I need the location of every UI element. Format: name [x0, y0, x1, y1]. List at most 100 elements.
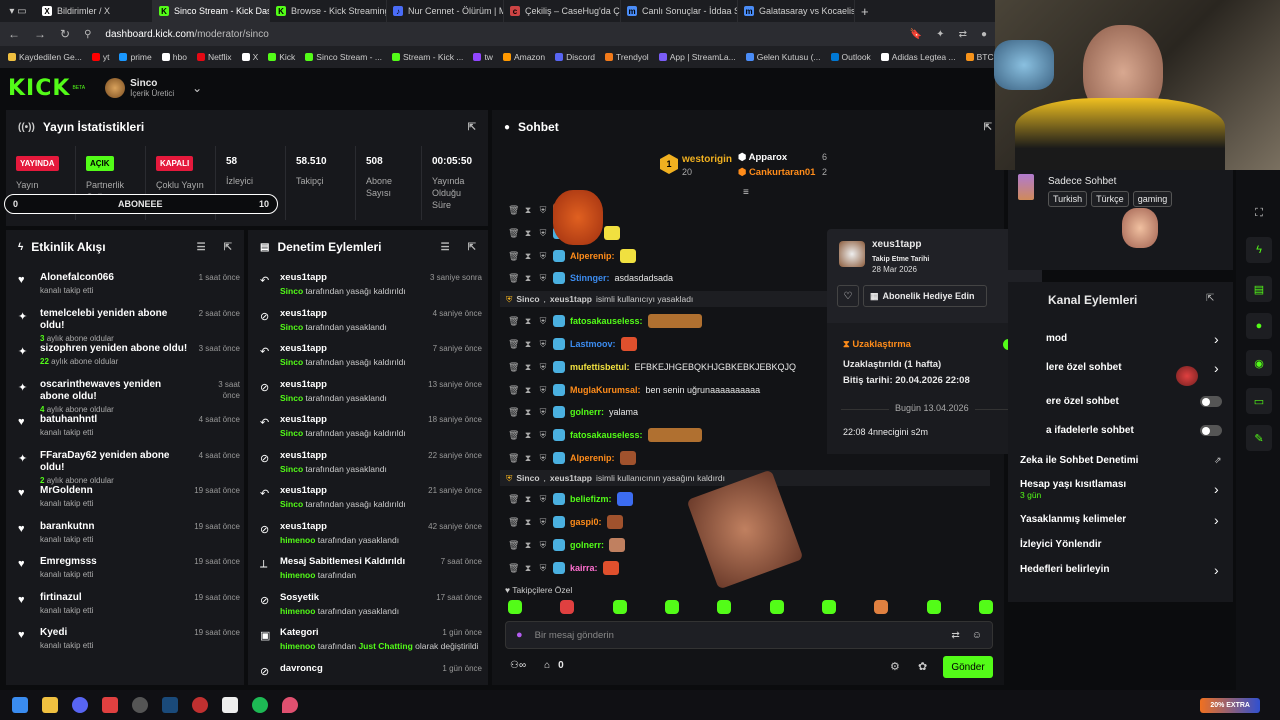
chat-icon[interactable]: ● — [1246, 313, 1272, 339]
emote-icon[interactable] — [874, 600, 889, 614]
ban-icon[interactable]: ⛨ — [538, 517, 548, 528]
bookmark-item[interactable]: X — [241, 52, 258, 62]
chat-input-box[interactable]: ● Bir mesaj gönderin ⇄ ☺ — [505, 621, 993, 649]
activity-name[interactable]: Emregmsss — [40, 552, 190, 568]
popout-icon[interactable]: ⇱ — [224, 242, 232, 253]
popout-icon[interactable]: ⇱ — [984, 122, 992, 133]
bookmark-item[interactable]: Outlook — [830, 52, 871, 62]
windows-start-icon[interactable] — [12, 697, 28, 713]
trash-icon[interactable]: 🗑 — [508, 339, 519, 350]
extension-icon[interactable]: ✦ — [936, 29, 944, 40]
trash-icon[interactable]: 🗑 — [508, 316, 519, 327]
moderator-name[interactable]: Sinco — [280, 322, 303, 332]
emote-icon[interactable] — [612, 600, 627, 614]
chat-username[interactable]: mufettisbetul: — [570, 362, 630, 372]
site-settings-icon[interactable]: ⚲ — [84, 29, 91, 40]
emoji-icon[interactable]: ☺ — [972, 630, 982, 641]
chat-username[interactable]: kairra: — [570, 563, 598, 573]
popup-username[interactable]: xeus1tapp — [872, 239, 921, 250]
lightning-icon[interactable]: ϟ — [1246, 237, 1272, 263]
moderator-name[interactable]: himenoo — [280, 641, 315, 651]
external-link-icon[interactable]: ⇗ — [1214, 455, 1222, 466]
bookmark-item[interactable]: prime — [119, 52, 152, 62]
steam-icon[interactable] — [162, 697, 178, 713]
send-button[interactable]: Gönder — [943, 656, 993, 678]
popout-icon[interactable]: ⇱ — [468, 122, 476, 133]
bookmark-item[interactable]: Netflix — [196, 52, 232, 62]
ban-icon[interactable]: ⛨ — [538, 430, 548, 441]
toggle-switch[interactable] — [1200, 425, 1222, 436]
chevron-right-icon[interactable]: › — [1214, 360, 1219, 376]
browser-tab[interactable]: K Browse - Kick Streaming — [270, 0, 387, 22]
timeout-icon[interactable]: ⧗ — [523, 563, 533, 574]
system-target[interactable]: xeus1tapp — [550, 473, 592, 483]
stream-tag[interactable]: gaming — [1132, 191, 1173, 207]
timeout-icon[interactable]: ⧗ — [523, 362, 533, 373]
bookmark-item[interactable]: Trendyol — [604, 52, 649, 62]
timeout-icon[interactable]: ⧗ — [523, 517, 533, 528]
stream-tag[interactable]: Turkish — [1048, 191, 1088, 207]
maps-icon[interactable] — [282, 697, 298, 713]
activity-name[interactable]: temelcelebi yeniden abone oldu! — [40, 304, 190, 332]
ban-icon[interactable]: ⛨ — [538, 362, 548, 373]
new-tab-button[interactable]: + — [861, 4, 869, 19]
expand-leaderboard-icon[interactable]: ≡ — [743, 187, 749, 198]
chevron-right-icon[interactable]: › — [1214, 512, 1219, 528]
timeout-icon[interactable]: ⧗ — [523, 316, 533, 327]
kick-logo[interactable]: KICK — [8, 76, 70, 101]
moderator-name[interactable]: himenoo — [280, 606, 315, 616]
timeout-icon[interactable]: ⧗ — [523, 273, 533, 284]
forward-icon[interactable]: → — [34, 27, 46, 41]
trash-icon[interactable]: 🗑 — [508, 453, 519, 464]
trash-icon[interactable]: 🗑 — [508, 540, 519, 551]
bookmark-item[interactable]: Stream - Kick ... — [391, 52, 463, 62]
timeout-icon[interactable]: ⧗ — [523, 407, 533, 418]
browser-tab[interactable]: c Çekiliş – CaseHug'da Çekili — [504, 0, 621, 22]
chat-username[interactable]: Lastmoov: — [570, 339, 616, 349]
channel-action-row[interactable]: lere özel sohbet — [1046, 362, 1122, 373]
ban-icon[interactable]: ⛨ — [538, 540, 548, 551]
bookmark-item[interactable]: tw — [473, 52, 493, 62]
bookmark-item[interactable]: Kick — [268, 52, 295, 62]
chat-username[interactable]: fatosakauseless: — [570, 316, 643, 326]
ban-icon[interactable]: ⛨ — [538, 273, 548, 284]
moderator-name[interactable]: Sinco — [280, 357, 303, 367]
tab-menu-icons[interactable]: ▾ ▭ — [0, 0, 36, 22]
channel-action-row[interactable]: İzleyici Yönlendir — [1020, 539, 1102, 550]
leader-third[interactable]: ⬢ Cankurtaran01 — [738, 167, 815, 178]
bookmark-item[interactable]: Adidas Legtea ... — [880, 52, 956, 62]
chat-username[interactable]: Alperenip: — [570, 251, 615, 261]
trash-icon[interactable]: 🗑 — [508, 517, 519, 528]
channel-action-row[interactable]: Hedefleri belirleyin — [1020, 564, 1109, 575]
bookmark-item[interactable]: Gelen Kutusu (... — [745, 52, 821, 62]
activity-name[interactable]: oscarinthewaves yeniden abone oldu! — [40, 375, 190, 403]
timeout-icon[interactable]: ⧗ — [523, 494, 533, 505]
moderator-name[interactable]: Sinco — [280, 428, 303, 438]
reload-icon[interactable]: ↻ — [60, 27, 70, 41]
timeout-icon[interactable]: ⧗ — [523, 430, 533, 441]
trash-icon[interactable]: 🗑 — [508, 494, 519, 505]
bookmark-icon[interactable]: 🔖 — [910, 29, 922, 40]
ban-icon[interactable]: ⛨ — [538, 251, 548, 262]
community-icon[interactable]: ⚇∞ — [510, 660, 526, 671]
fullscreen-icon[interactable]: ⛶ — [1246, 200, 1272, 226]
moderator-name[interactable]: Sinco — [280, 393, 303, 403]
bookmark-item[interactable]: yt — [91, 52, 109, 62]
activity-name[interactable]: barankutnn — [40, 517, 190, 533]
filter-icon[interactable]: ☰ — [197, 242, 206, 253]
chat-username[interactable]: fatosakauseless: — [570, 430, 643, 440]
moderator-name[interactable]: Sinco — [280, 286, 303, 296]
channel-action-row[interactable]: a ifadelerle sohbet — [1046, 425, 1134, 436]
bookmark-item[interactable]: Kaydedilen Ge... — [8, 52, 82, 62]
chat-username[interactable]: Stinnger: — [570, 273, 610, 283]
emote-icon[interactable] — [978, 600, 993, 614]
timeout-icon[interactable]: ⧗ — [523, 385, 533, 396]
vivaldi-icon[interactable] — [102, 697, 118, 713]
trash-icon[interactable]: 🗑 — [508, 385, 519, 396]
follow-heart-button[interactable]: ♡ — [837, 285, 859, 307]
filter-icon[interactable]: ☰ — [441, 242, 450, 253]
epic-icon[interactable] — [222, 697, 238, 713]
emote-icon[interactable] — [926, 600, 941, 614]
browser-tab[interactable]: X Bildirimler / X — [36, 0, 153, 22]
moderator-name[interactable]: himenoo — [280, 535, 315, 545]
